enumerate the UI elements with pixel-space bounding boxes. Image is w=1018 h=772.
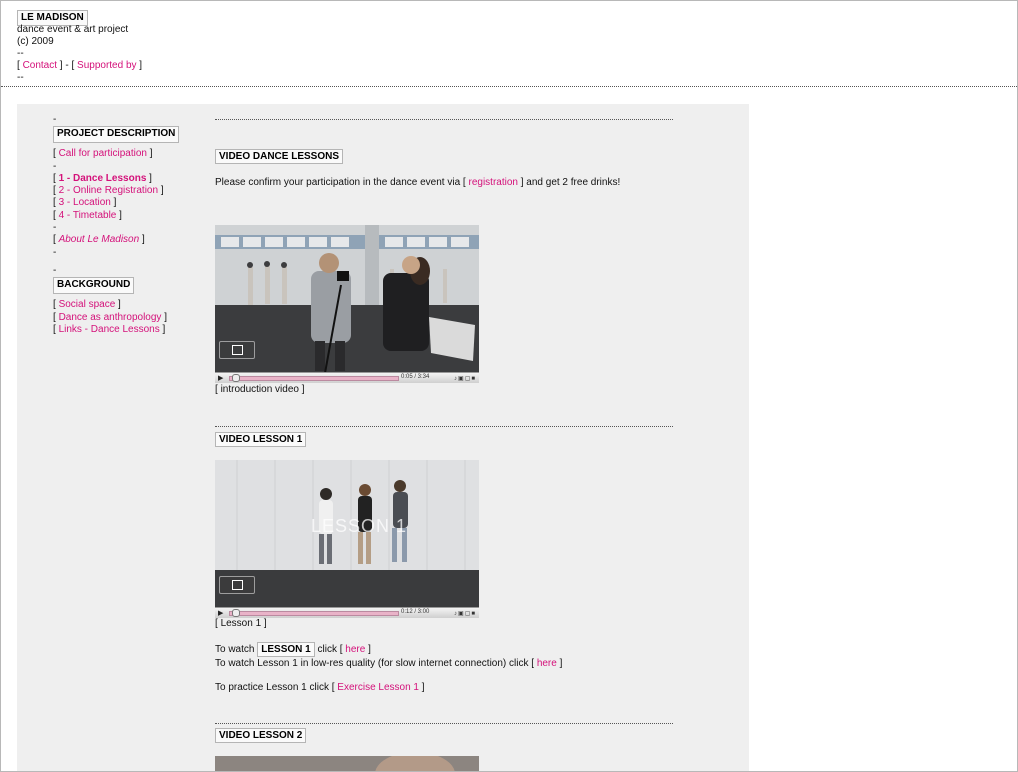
sidebar-item-timetable: [ 4 - Timetable ]	[53, 209, 122, 221]
separator: -	[53, 114, 57, 125]
lowres-row: To watch Lesson 1 in low-res quality (fo…	[215, 658, 563, 669]
video-lesson-1-heading: VIDEO LESSON 1	[215, 432, 307, 447]
exercise-lesson-1-link[interactable]: Exercise Lesson 1	[337, 682, 419, 693]
separator: -	[53, 246, 57, 258]
seek-handle[interactable]	[232, 609, 240, 617]
video-lesson-2-heading: VIDEO LESSON 2	[215, 728, 307, 743]
practice-row: To practice Lesson 1 click [ Exercise Le…	[215, 682, 425, 693]
section-divider	[215, 119, 673, 120]
lesson-2-video-player[interactable]	[215, 756, 479, 771]
social-space-link[interactable]: Social space	[59, 299, 116, 310]
lesson-1-video-frame: LESSON 1	[215, 460, 479, 608]
separator: --	[17, 72, 24, 83]
sidebar-item-registration: [ 2 - Online Registration ]	[53, 185, 164, 197]
lesson-2-scene	[215, 756, 479, 771]
intro-video-caption: [ introduction video ]	[215, 384, 305, 395]
sidebar-item-links: [ Links - Dance Lessons ]	[53, 323, 166, 335]
seek-bar[interactable]	[229, 611, 399, 616]
lesson-1-caption: [ Lesson 1 ]	[215, 618, 267, 629]
video-dance-lessons-heading: VIDEO DANCE LESSONS	[215, 149, 344, 164]
lesson-1-video-player[interactable]: LESSON 1 ▶ 0:12 / 3:00 ♪▣▢■	[215, 460, 479, 618]
content-panel: - PROJECT DESCRIPTION [ Call for partici…	[17, 104, 749, 771]
project-description-heading: PROJECT DESCRIPTION	[53, 126, 180, 143]
here-link[interactable]: here	[345, 644, 365, 655]
sidebar-item-social-space: [ Social space ]	[53, 299, 121, 311]
separator: -	[53, 160, 57, 172]
watch-lesson-row: To watch LESSON 1 click [ here ]	[215, 642, 371, 657]
copyright: (c) 2009	[17, 36, 54, 47]
popout-button[interactable]	[219, 576, 255, 594]
separator: -	[53, 222, 57, 234]
player-buttons-icon[interactable]: ♪▣▢■	[454, 610, 476, 617]
popout-button[interactable]	[219, 341, 255, 359]
sidebar-item-call: [ Call for participation ]	[53, 148, 153, 160]
lesson-1-badge: LESSON 1	[257, 642, 315, 657]
confirm-text: Please confirm your participation in the…	[215, 177, 621, 188]
location-link[interactable]: 3 - Location	[59, 197, 111, 208]
seek-handle[interactable]	[232, 374, 240, 382]
page-frame: LE MADISON dance event & art project (c)…	[0, 0, 1018, 772]
seek-bar[interactable]	[229, 376, 399, 381]
header-divider	[1, 86, 1017, 87]
links-dance-lessons-link[interactable]: Links - Dance Lessons	[59, 324, 160, 335]
lesson-overlay-title: LESSON 1	[311, 516, 408, 536]
sidebar-item-location: [ 3 - Location ]	[53, 197, 117, 209]
sidebar-item-anthropology: [ Dance as anthropology ]	[53, 311, 167, 323]
video-controls: ▶ 0:05 / 3:34 ♪▣▢■	[215, 372, 479, 383]
dance-lessons-link[interactable]: 1 - Dance Lessons	[59, 173, 147, 184]
separator: --	[17, 48, 24, 59]
online-registration-link[interactable]: 2 - Online Registration	[59, 185, 159, 196]
intro-video-player[interactable]: ▶ 0:05 / 3:34 ♪▣▢■	[215, 225, 479, 383]
dance-anthropology-link[interactable]: Dance as anthropology	[59, 312, 162, 323]
player-buttons-icon[interactable]: ♪▣▢■	[454, 375, 476, 382]
sidebar-item-dance-lessons: [ 1 - Dance Lessons ]	[53, 172, 152, 184]
site-header: LE MADISON dance event & art project (c)…	[17, 10, 142, 84]
sidebar-item-about: [ About Le Madison ]	[53, 234, 145, 246]
section-divider	[215, 426, 673, 427]
lowres-here-link[interactable]: here	[537, 658, 557, 669]
call-for-participation-link[interactable]: Call for participation	[59, 148, 147, 159]
section-divider	[215, 723, 673, 724]
play-icon[interactable]: ▶	[218, 609, 223, 617]
tagline: dance event & art project	[17, 24, 129, 35]
background-heading: BACKGROUND	[53, 277, 135, 294]
about-link[interactable]: About Le Madison	[59, 234, 140, 245]
video-controls: ▶ 0:12 / 3:00 ♪▣▢■	[215, 607, 479, 618]
time-display: 0:12 / 3:00	[401, 609, 430, 615]
time-display: 0:05 / 3:34	[401, 374, 430, 380]
header-nav: [ Contact ] - [ Supported by ]	[17, 60, 143, 71]
supported-by-link[interactable]: Supported by	[77, 60, 137, 71]
timetable-link[interactable]: 4 - Timetable	[59, 210, 117, 221]
contact-link[interactable]: Contact	[23, 60, 57, 71]
separator: -	[53, 264, 57, 276]
sidebar-nav: - PROJECT DESCRIPTION [ Call for partici…	[53, 114, 213, 336]
intro-video-frame	[215, 225, 479, 373]
play-icon[interactable]: ▶	[218, 374, 223, 382]
registration-link[interactable]: registration	[468, 177, 517, 188]
